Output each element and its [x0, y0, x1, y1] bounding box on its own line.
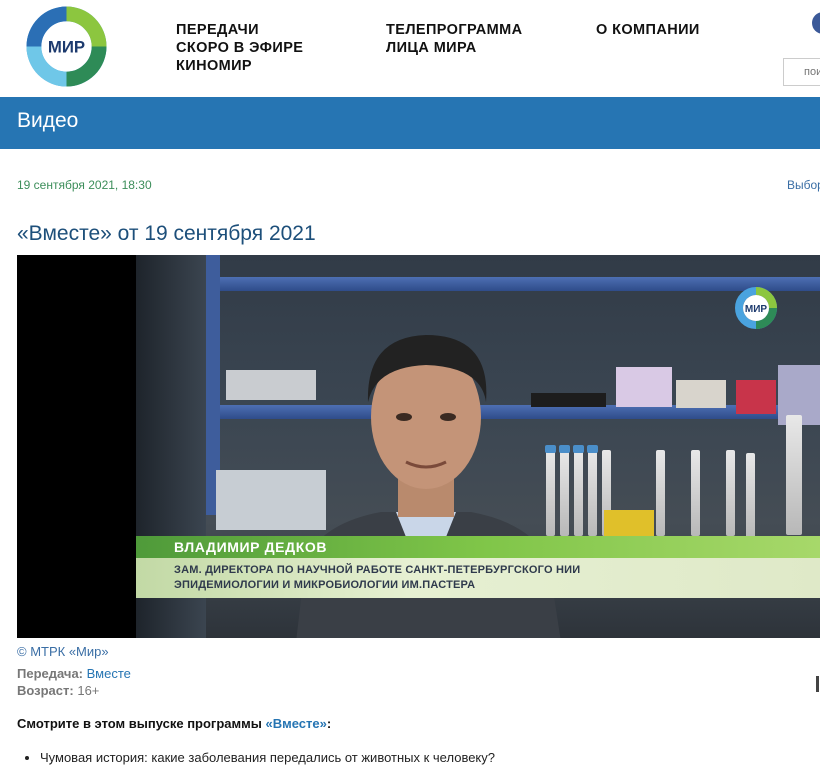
episode-topics: Чумовая история: какие заболевания перед… — [40, 750, 495, 765]
nav-faces[interactable]: ЛИЦА МИРА — [386, 40, 522, 57]
section-title: Видео — [17, 109, 79, 132]
nav-coming-soon[interactable]: СКОРО В ЭФИРЕ — [176, 40, 303, 57]
lower-third: ВЛАДИМИР ДЕДКОВ ЗАМ. ДИРЕКТОРА ПО НАУЧНО… — [136, 536, 820, 598]
age-label: Возраст: — [17, 683, 74, 698]
publish-date: 19 сентября 2021, 18:30 — [17, 178, 152, 192]
watch-prefix: Смотрите в этом выпуске программы — [17, 716, 266, 731]
social-icon[interactable] — [812, 12, 820, 34]
nav-column-3: О КОМПАНИИ — [596, 22, 700, 39]
video-frame: МИР ВЛАДИМИР ДЕДКОВ ЗАМ. ДИРЕКТОРА ПО НА… — [136, 255, 820, 638]
watch-show-link[interactable]: «Вместе» — [265, 716, 326, 731]
page-title: «Вместе» от 19 сентября 2021 — [17, 222, 316, 245]
channel-logo-text: МИР — [745, 304, 768, 315]
nav-column-2: ТЕЛЕПРОГРАММА ЛИЦА МИРА — [386, 22, 522, 57]
list-item: Чумовая история: какие заболевания перед… — [40, 750, 495, 765]
nav-column-1: ПЕРЕДАЧИ СКОРО В ЭФИРЕ КИНОМИР — [176, 22, 303, 75]
nav-tv-guide[interactable]: ТЕЛЕПРОГРАММА — [386, 22, 522, 39]
age-value: 16+ — [77, 683, 100, 698]
lower-third-name: ВЛАДИМИР ДЕДКОВ — [174, 539, 328, 555]
search-input[interactable] — [783, 58, 820, 86]
side-control-icon[interactable] — [816, 676, 819, 692]
show-label: Передача: — [17, 666, 84, 681]
logo-text: МИР — [48, 37, 85, 56]
channel-logo-icon: МИР — [735, 287, 777, 329]
select-link[interactable]: Выбор — [787, 178, 820, 192]
nav-programs[interactable]: ПЕРЕДАЧИ — [176, 22, 303, 39]
age-meta: Возраст: 16+ — [17, 683, 99, 698]
watch-heading: Смотрите в этом выпуске программы «Вмест… — [17, 716, 331, 731]
watch-suffix: : — [326, 716, 332, 731]
site-header: МИР ПЕРЕДАЧИ СКОРО В ЭФИРЕ КИНОМИР ТЕЛЕП… — [0, 0, 820, 97]
show-link[interactable]: Вместе — [87, 666, 131, 681]
section-band: Видео — [0, 97, 820, 149]
nav-about[interactable]: О КОМПАНИИ — [596, 22, 700, 39]
copyright: © МТРК «Мир» — [17, 644, 109, 659]
video-player[interactable]: МИР ВЛАДИМИР ДЕДКОВ ЗАМ. ДИРЕКТОРА ПО НА… — [17, 255, 820, 638]
lower-third-line2: ЭПИДЕМИОЛОГИИ И МИКРОБИОЛОГИИ ИМ.ПАСТЕРА — [174, 579, 476, 591]
nav-kinomir[interactable]: КИНОМИР — [176, 58, 303, 75]
mir-logo[interactable]: МИР — [26, 6, 107, 87]
lower-third-line1: ЗАМ. ДИРЕКТОРА ПО НАУЧНОЙ РАБОТЕ САНКТ-П… — [174, 564, 581, 576]
show-meta: Передача: Вместе — [17, 666, 131, 681]
